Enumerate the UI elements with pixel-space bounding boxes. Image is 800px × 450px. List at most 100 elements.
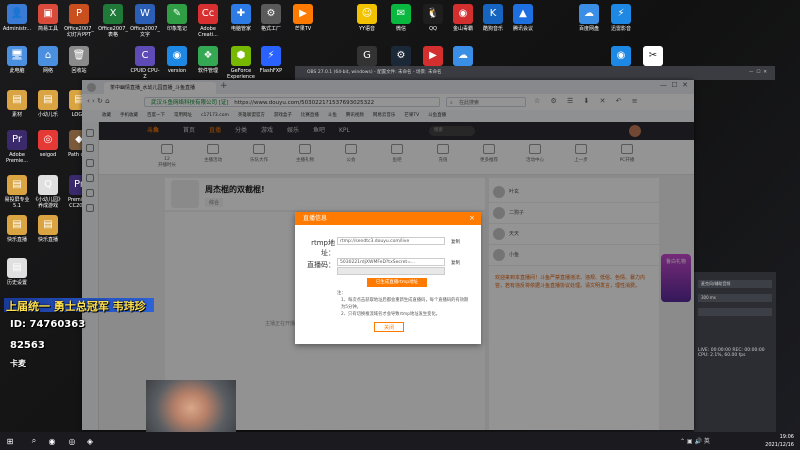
- stream-key-label: 直播码：: [307, 261, 335, 269]
- app-icon: ▣: [38, 4, 58, 24]
- desktop-icon[interactable]: X Office2007_表格: [98, 4, 128, 38]
- copy-key-button[interactable]: 复制: [451, 260, 460, 266]
- app-icon: ◉: [167, 46, 187, 66]
- app-icon: ⚙: [391, 46, 411, 66]
- close-icon[interactable]: ×: [469, 212, 475, 225]
- desktop-icon[interactable]: P Office2007_幻灯片PPT: [64, 4, 94, 38]
- desktop-icon-label: 易投屏专业5.1: [4, 197, 30, 209]
- desktop-icon-label: QQ: [429, 26, 437, 32]
- desktop-icon[interactable]: ▲ 腾讯会议: [508, 4, 538, 32]
- desktop-icon[interactable]: ⚡ 迅雷影音: [606, 4, 636, 32]
- desktop-icon[interactable]: ❖ 软件管理: [193, 46, 223, 74]
- desktop-icon[interactable]: ▤ 快乐直播: [2, 215, 32, 243]
- obs-slider[interactable]: [698, 308, 772, 316]
- desktop-icon-label: FlashFXP: [259, 68, 283, 74]
- note-title: 注：: [337, 291, 346, 296]
- desktop-icon-label: Office2007_表格: [98, 26, 128, 38]
- app-icon: ⚡: [261, 46, 281, 66]
- obs-window-titlebar[interactable]: OBS 27.0.1 (64-bit, windows) - 配置文件: 未命名…: [295, 66, 775, 80]
- app-icon: ☁: [453, 46, 473, 66]
- desktop-icon[interactable]: ⌂ 网络: [33, 46, 63, 74]
- desktop-icon[interactable]: Cc Adobe Creati...: [193, 4, 223, 38]
- copy-rtmp-button[interactable]: 复制: [451, 239, 460, 245]
- app-icon: ⚙: [261, 4, 281, 24]
- obs-icon[interactable]: ◎: [66, 435, 78, 447]
- desktop-icon[interactable]: K 酷狗音乐: [478, 4, 508, 32]
- app-icon: ▤: [38, 90, 58, 110]
- desktop-icon[interactable]: Q 《小幼儿园》养成游戏: [33, 175, 63, 209]
- desktop-icon[interactable]: 🐧 QQ: [418, 4, 448, 32]
- browser-icon[interactable]: ◈: [84, 435, 96, 447]
- desktop-icon[interactable]: ✉ 微信: [386, 4, 416, 32]
- obs-stats: LIVE: 00:00:00 REC: 00:00:00 CPU: 2.1%, …: [698, 348, 765, 358]
- start-icon[interactable]: ⊞: [4, 435, 16, 447]
- stream-key-field[interactable]: 5030221rdjXWMFeD?txSecret=...: [337, 258, 445, 266]
- app-icon: Q: [38, 175, 58, 195]
- dialog-title: 直播信息: [303, 215, 328, 222]
- desktop-icon-label: 电脑管家: [230, 26, 251, 32]
- app-icon: C: [135, 46, 155, 66]
- window-controls[interactable]: — ☐ ✕: [749, 66, 767, 80]
- overlay-score: 82563: [10, 340, 45, 351]
- dialog-header: 直播信息 ×: [295, 212, 481, 225]
- note-line-1: 1、每次点击获取地址后都会重新生成直播码，每个直播码的有效期为5分钟。: [341, 298, 469, 310]
- desktop-icon[interactable]: W Office2007_文字: [130, 4, 160, 38]
- desktop-icon-label: 微信: [395, 26, 406, 32]
- desktop-icon[interactable]: ▶ 芒果TV: [288, 4, 318, 32]
- desktop-icon[interactable]: ✚ 电脑管家: [226, 4, 256, 32]
- stream-key-scroll[interactable]: [337, 267, 445, 275]
- app-icon: 🖥: [7, 46, 27, 66]
- rtmp-address-field[interactable]: rtmp://sendtc3.douyu.com/live: [337, 237, 445, 245]
- app-icon: ▶: [293, 4, 313, 24]
- desktop-icon[interactable]: ▤ 小幼儿乐: [33, 90, 63, 118]
- desktop-icon[interactable]: ⚙ 格式工厂: [256, 4, 286, 32]
- app-icon: ▤: [7, 90, 27, 110]
- desktop-icon-label: 《小幼儿园》养成游戏: [33, 197, 64, 209]
- obs-audio-panel: 麦克风/辅助音频 300 ms LIVE: 00:00:00 REC: 00:0…: [694, 272, 776, 442]
- desktop-icon[interactable]: ▣ 简易工具: [33, 4, 63, 32]
- desktop-icon-label: version: [167, 68, 187, 74]
- search-icon[interactable]: ⌕: [28, 435, 40, 447]
- desktop-icon[interactable]: ◎ seigod: [33, 130, 63, 158]
- desktop-icon-label: 回收站: [71, 68, 87, 74]
- obs-delay-field[interactable]: 300 ms: [698, 294, 772, 302]
- desktop-icon[interactable]: C CPUID CPU-Z: [130, 46, 160, 80]
- desktop-icon[interactable]: ▤ 易投屏专业5.1: [2, 175, 32, 209]
- desktop-icon[interactable]: Pr Adobe Premie...: [2, 130, 32, 164]
- clock-date: 2021/12/16: [765, 442, 794, 448]
- generate-rtmp-button[interactable]: 已生成直播rtmp地址: [367, 278, 427, 287]
- edge-icon[interactable]: ◉: [46, 435, 58, 447]
- overlay-misc: 卡麦: [10, 359, 26, 368]
- app-icon: ✉: [391, 4, 411, 24]
- desktop-icon[interactable]: ▤ 素材: [2, 90, 32, 118]
- desktop-icon[interactable]: 🗑 回收站: [64, 46, 94, 74]
- clock[interactable]: 19:06 2021/12/16: [758, 433, 794, 449]
- desktop-icon-label: YY语音: [358, 26, 376, 32]
- desktop-icon[interactable]: 🖥 此电脑: [2, 46, 32, 74]
- desktop-icon[interactable]: ⚡ FlashFXP: [256, 46, 286, 74]
- close-button[interactable]: 关闭: [374, 322, 404, 332]
- app-icon: ☁: [579, 4, 599, 24]
- desktop-icon[interactable]: ▤ 快乐直播: [33, 215, 63, 243]
- app-icon: ☺: [357, 4, 377, 24]
- desktop-icon[interactable]: ◉ version: [162, 46, 192, 74]
- desktop-icon-label: 素材: [11, 112, 22, 118]
- desktop-icon[interactable]: ✎ 印象笔记: [162, 4, 192, 32]
- app-icon: ▲: [513, 4, 533, 24]
- desktop-icon-label: 腾讯会议: [512, 26, 533, 32]
- desktop-icon-label: Administr...: [2, 26, 32, 32]
- app-icon: ❖: [198, 46, 218, 66]
- desktop-icon[interactable]: ▤ 历史设置: [2, 258, 32, 286]
- desktop-icon[interactable]: ◉ 金山毒霸: [448, 4, 478, 32]
- app-icon: ▤: [7, 175, 27, 195]
- desktop-icon[interactable]: ⬢ GeForce Experience: [226, 46, 256, 80]
- desktop-icon-label: 简易工具: [37, 26, 58, 32]
- app-icon: ✂: [643, 46, 663, 66]
- desktop-icon-label: seigod: [39, 152, 57, 158]
- tray-icons[interactable]: ⌃ ▣ 🔊 英: [680, 436, 710, 445]
- desktop-icon[interactable]: ☁ 百度网盘: [574, 4, 604, 32]
- desktop-icon-label: 快乐直播: [6, 237, 27, 243]
- desktop-icon[interactable]: ☺ YY语音: [352, 4, 382, 32]
- desktop-icon[interactable]: 👤 Administr...: [2, 4, 32, 32]
- stream-info-dialog: 直播信息 × rtmp地址： rtmp://sendtc3.douyu.com/…: [295, 212, 481, 344]
